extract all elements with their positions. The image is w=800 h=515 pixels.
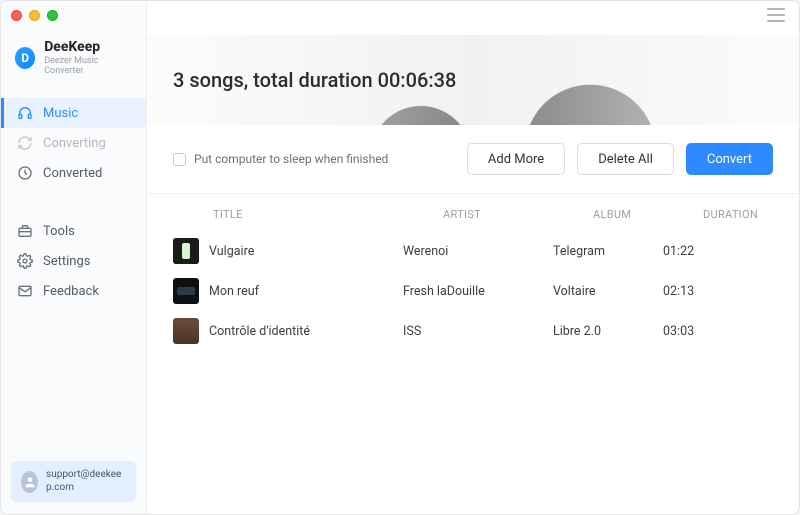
app-subtitle: Deezer Music Converter [44, 56, 132, 76]
sidebar-item-label: Music [43, 106, 78, 121]
support-card[interactable]: support@deekeep.com [11, 461, 136, 502]
titlebar [1, 1, 799, 29]
convert-button[interactable]: Convert [686, 143, 773, 175]
sidebar-item-label: Settings [43, 254, 90, 269]
delete-all-button[interactable]: Delete All [577, 143, 674, 175]
nav-primary: Music Converting Converted [1, 98, 146, 188]
cell-artist: Fresh laDouille [403, 284, 553, 299]
maximize-window-button[interactable] [47, 10, 58, 21]
nav-secondary: Tools Settings Feedback [1, 216, 146, 306]
album-art [173, 318, 199, 344]
cell-title: Vulgaire [209, 244, 254, 259]
col-duration: DURATION [703, 208, 773, 221]
sidebar-item-feedback[interactable]: Feedback [1, 276, 146, 306]
close-window-button[interactable] [11, 10, 22, 21]
refresh-icon [17, 135, 33, 151]
window-controls [11, 10, 58, 21]
col-title: TITLE [213, 208, 443, 221]
tracks-table: TITLE ARTIST ALBUM DURATION Vulgaire Wer… [147, 194, 799, 351]
cell-duration: 03:03 [663, 324, 733, 339]
table-row[interactable]: Contrôle d'identité ISS Libre 2.0 03:03 [173, 311, 773, 351]
cell-album: Voltaire [553, 284, 663, 299]
table-header: TITLE ARTIST ALBUM DURATION [173, 194, 773, 231]
headphones-icon [17, 105, 33, 121]
support-email: support@deekeep.com [46, 469, 126, 494]
cell-artist: Werenoi [403, 244, 553, 259]
cell-album: Telegram [553, 244, 663, 259]
col-album: ALBUM [593, 208, 703, 221]
clock-icon [17, 165, 33, 181]
page-title: 3 songs, total duration 00:06:38 [173, 68, 456, 92]
sidebar-item-label: Feedback [43, 284, 99, 299]
minimize-window-button[interactable] [29, 10, 40, 21]
cell-album: Libre 2.0 [553, 324, 663, 339]
cell-title: Contrôle d'identité [209, 324, 310, 339]
gear-icon [17, 253, 33, 269]
hero-banner: 3 songs, total duration 00:06:38 [147, 35, 799, 125]
hamburger-menu-button[interactable] [767, 8, 785, 22]
app-name: DeeKeep [44, 39, 132, 55]
app-window: D DeeKeep Deezer Music Converter Music C… [0, 0, 800, 515]
main-panel: 3 songs, total duration 00:06:38 Put com… [147, 1, 799, 514]
sidebar-item-label: Converting [43, 136, 106, 151]
sidebar-item-tools[interactable]: Tools [1, 216, 146, 246]
toolbox-icon [17, 223, 33, 239]
sidebar-item-label: Tools [43, 224, 75, 239]
album-art [173, 278, 199, 304]
col-artist: ARTIST [443, 208, 593, 221]
sidebar-item-converted[interactable]: Converted [1, 158, 146, 188]
cell-duration: 01:22 [663, 244, 733, 259]
sidebar-item-music[interactable]: Music [1, 98, 146, 128]
sidebar: D DeeKeep Deezer Music Converter Music C… [1, 1, 147, 514]
mail-icon [17, 283, 33, 299]
brand: D DeeKeep Deezer Music Converter [1, 35, 146, 90]
sidebar-item-converting[interactable]: Converting [1, 128, 146, 158]
toolbar: Put computer to sleep when finished Add … [147, 125, 799, 194]
sidebar-item-label: Converted [43, 166, 102, 181]
sleep-checkbox[interactable]: Put computer to sleep when finished [173, 152, 388, 166]
album-art [173, 238, 199, 264]
cell-artist: ISS [403, 324, 553, 339]
cell-duration: 02:13 [663, 284, 733, 299]
avatar-icon [21, 471, 38, 493]
table-row[interactable]: Vulgaire Werenoi Telegram 01:22 [173, 231, 773, 271]
add-more-button[interactable]: Add More [467, 143, 565, 175]
app-logo: D [15, 47, 35, 69]
cell-title: Mon reuf [209, 284, 259, 299]
sidebar-item-settings[interactable]: Settings [1, 246, 146, 276]
table-row[interactable]: Mon reuf Fresh laDouille Voltaire 02:13 [173, 271, 773, 311]
checkbox-icon [173, 153, 186, 166]
sleep-label: Put computer to sleep when finished [194, 152, 388, 166]
